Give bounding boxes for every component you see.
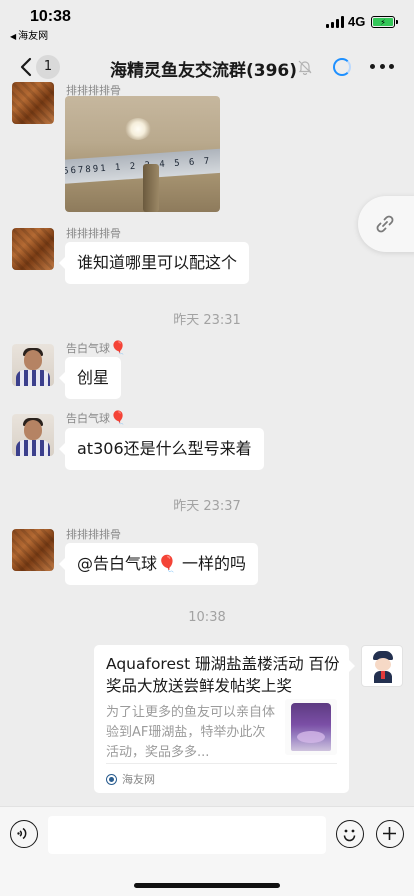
avatar[interactable]: [12, 228, 54, 270]
chat-header: 1 海精灵鱼友交流群(396): [0, 44, 414, 90]
avatar[interactable]: [12, 82, 54, 124]
back-app-label: 海友网: [18, 31, 49, 42]
link-card-title: Aquaforest 珊湖盐盖楼活动 百份奖品大放送尝鲜发帖奖上奖: [106, 655, 340, 695]
timestamp: 10:38: [188, 610, 226, 625]
network-type: 4G: [348, 14, 366, 29]
timestamp: 昨天 23:37: [173, 499, 241, 514]
back-button[interactable]: [14, 52, 38, 82]
charging-icon: ⚡: [373, 18, 393, 27]
message-input[interactable]: [48, 816, 326, 854]
link-card-source: 海友网: [106, 771, 155, 787]
source-name: 海友网: [122, 773, 155, 786]
page-title: 海精灵鱼友交流群(396): [110, 61, 298, 81]
more-button[interactable]: [370, 56, 394, 76]
message-text: 一样的吗: [176, 554, 247, 573]
sender-name-text: 告白气球: [66, 412, 110, 425]
sender-name: 告白气球🎈: [66, 410, 126, 426]
divider: [106, 763, 337, 764]
message-bubble[interactable]: 谁知道哪里可以配这个: [58, 242, 250, 284]
plus-icon: [383, 827, 396, 840]
avatar[interactable]: [12, 344, 54, 386]
more-actions-button[interactable]: [376, 820, 404, 848]
voice-icon: [17, 827, 27, 840]
home-indicator[interactable]: [134, 883, 280, 888]
sender-name: 排排排排骨: [66, 528, 121, 541]
battery-icon: ⚡: [371, 16, 398, 28]
signal-icon: [326, 16, 344, 28]
voice-input-button[interactable]: [10, 820, 38, 848]
message-bubble[interactable]: 创星: [58, 357, 122, 399]
photo-object: [143, 164, 159, 212]
emoji-button[interactable]: [336, 820, 364, 848]
emoji-icon: [343, 829, 356, 842]
message-bubble[interactable]: @告白气球🎈 一样的吗: [58, 543, 259, 585]
link-icon: [376, 215, 394, 233]
timestamp: 昨天 23:31: [173, 313, 241, 328]
source-logo-icon: [106, 773, 117, 785]
status-bar: 10:38 ◀ 海友网 4G ⚡: [0, 0, 414, 44]
balloon-emoji: 🎈: [110, 341, 127, 356]
light-reflection: [125, 118, 151, 140]
sender-name: 告白气球🎈: [66, 340, 126, 356]
input-bar: [0, 806, 414, 896]
more-dot-icon: [379, 63, 385, 69]
balloon-emoji: 🎈: [157, 554, 177, 573]
sender-name: 排排排排骨: [66, 227, 121, 240]
back-to-app-link[interactable]: ◀ 海友网: [10, 27, 48, 42]
link-card-description: 为了让更多的鱼友可以亲自体验到AF珊湖盐，特举办此次活动，奖品多多...: [106, 705, 276, 760]
avatar[interactable]: [12, 414, 54, 456]
link-card-thumbnail: [285, 699, 337, 755]
mute-bell-icon: [298, 60, 312, 75]
image-message[interactable]: 567891 1 2 3 4 5 6 7: [65, 96, 220, 212]
loading-icon: [333, 58, 351, 76]
status-time: 10:38: [30, 8, 71, 25]
avatar[interactable]: [12, 529, 54, 571]
unread-count-badge[interactable]: 1: [36, 55, 60, 79]
link-card[interactable]: Aquaforest 珊湖盐盖楼活动 百份奖品大放送尝鲜发帖奖上奖 为了让更多的…: [94, 645, 355, 793]
more-dot-icon: [370, 63, 375, 69]
back-triangle-icon: ◀: [10, 32, 17, 41]
mention-text: @告白气球: [77, 554, 158, 573]
sender-name-text: 告白气球: [66, 342, 110, 355]
link-float-button[interactable]: [358, 196, 414, 252]
balloon-emoji: 🎈: [110, 411, 127, 426]
my-avatar[interactable]: [361, 645, 403, 687]
more-dot-icon: [389, 63, 394, 69]
message-bubble[interactable]: at306还是什么型号来着: [59, 428, 264, 470]
back-arrow-icon: [20, 57, 32, 77]
